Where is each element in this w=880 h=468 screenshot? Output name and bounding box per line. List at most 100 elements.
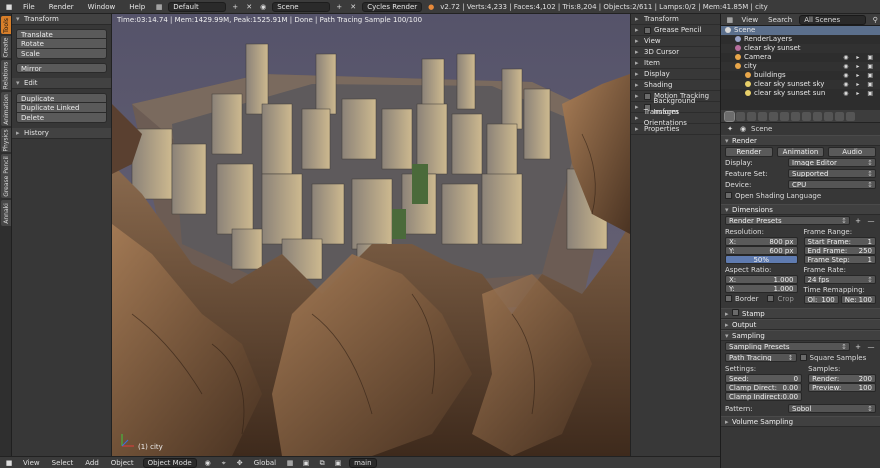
npanel-3d-cursor[interactable]: ▸ 3D Cursor <box>631 47 720 58</box>
audio-button[interactable]: Audio <box>828 146 877 157</box>
display-select[interactable]: Image Editor <box>788 158 876 167</box>
clamp-direct-field[interactable]: Clamp Direct: 0.00 <box>725 383 803 392</box>
layers-icon[interactable]: ▦ <box>285 458 295 468</box>
manipulator-icon[interactable]: ✥ <box>235 458 245 468</box>
render-tab-icon[interactable] <box>724 110 735 122</box>
menu-render[interactable]: Render <box>44 3 79 11</box>
sampling-presets-select[interactable]: Sampling Presets <box>725 342 850 351</box>
aspect-x-field[interactable]: X: 1.000 <box>725 275 798 284</box>
modifiers-tab-icon[interactable] <box>791 111 800 121</box>
menu-add[interactable]: Add <box>82 459 102 467</box>
tab-animation[interactable]: Animation <box>1 92 11 126</box>
add-scene-icon[interactable]: + <box>334 2 344 12</box>
outliner-row[interactable]: clear sky sunset sky ◉ ▸ ▣ <box>721 80 880 89</box>
time-old-field[interactable]: Ol: 100 <box>803 295 839 304</box>
panel-history-header[interactable]: ▸ History <box>12 128 111 139</box>
outliner-row[interactable]: Camera ◉ ▸ ▣ <box>721 53 880 62</box>
search-icon[interactable]: ⚲ <box>870 15 880 25</box>
rotate-button[interactable]: Rotate <box>16 39 107 49</box>
outliner-filter-select[interactable]: All Scenes <box>799 14 867 25</box>
animation-button[interactable]: Animation <box>776 146 825 157</box>
outliner-menu-search[interactable]: Search <box>765 16 795 24</box>
tab-create[interactable]: Create <box>1 36 11 58</box>
feature-set-select[interactable]: Supported <box>788 169 876 178</box>
menu-help[interactable]: Help <box>124 3 150 11</box>
preview-samples-field[interactable]: Preview: 100 <box>808 383 876 392</box>
outliner-row[interactable]: RenderLayers <box>721 35 880 44</box>
object-tab-icon[interactable] <box>769 111 778 121</box>
duplicate-button[interactable]: Duplicate <box>16 93 107 103</box>
translate-button[interactable]: Translate <box>16 29 107 39</box>
visibility-toggles-icon[interactable]: ◉ ▸ ▣ <box>843 80 876 89</box>
outliner-row[interactable]: clear sky sunset sun ◉ ▸ ▣ <box>721 89 880 98</box>
start-frame-field[interactable]: Start Frame: 1 <box>803 237 876 246</box>
scene-tab-icon[interactable] <box>747 111 756 121</box>
remove-layout-icon[interactable]: ✕ <box>244 2 254 12</box>
menu-select[interactable]: Select <box>49 459 77 467</box>
render-samples-field[interactable]: Render: 200 <box>808 374 876 383</box>
panel-edit-header[interactable]: ▾ Edit <box>12 78 111 89</box>
constraints-tab-icon[interactable] <box>780 111 789 121</box>
section-stamp-header[interactable]: ▸ Stamp <box>721 308 880 319</box>
visibility-toggles-icon[interactable]: ◉ ▸ ▣ <box>843 89 876 98</box>
integrator-select[interactable]: Path Tracing <box>725 353 797 362</box>
frame-step-field[interactable]: Frame Step: 1 <box>803 255 876 264</box>
menu-object[interactable]: Object <box>108 459 137 467</box>
pivot-icon[interactable]: ⌖ <box>219 458 229 468</box>
visibility-toggles-icon[interactable]: ◉ ▸ ▣ <box>843 71 876 80</box>
render-preview-icon[interactable]: ▣ <box>333 458 343 468</box>
resolution-percentage-slider[interactable]: 50% <box>725 255 798 264</box>
menu-file[interactable]: File <box>18 3 40 11</box>
npanel-shading[interactable]: ▸ Shading <box>631 80 720 91</box>
section-sampling-header[interactable]: ▾ Sampling <box>721 330 880 341</box>
material-tab-icon[interactable] <box>813 111 822 121</box>
npanel-transform[interactable]: ▸ Transform <box>631 14 720 25</box>
3d-viewport[interactable]: Time:03:14.74 | Mem:1429.99M, Peak:1525.… <box>112 14 630 456</box>
clamp-indirect-field[interactable]: Clamp Indirect: 0.00 <box>725 392 803 401</box>
npanel-display[interactable]: ▸ Display <box>631 69 720 80</box>
editor-type-icon[interactable]: ▦ <box>725 15 735 25</box>
time-new-field[interactable]: Ne: 100 <box>840 295 876 304</box>
device-select[interactable]: CPU <box>788 180 876 189</box>
add-layout-icon[interactable]: + <box>230 2 240 12</box>
scene-field[interactable]: Scene <box>272 1 331 12</box>
aspect-y-field[interactable]: Y: 1.000 <box>725 284 798 293</box>
remove-scene-icon[interactable]: ✕ <box>348 2 358 12</box>
tab-annaki[interactable]: Annaki <box>1 200 11 226</box>
menu-view[interactable]: View <box>20 459 43 467</box>
visibility-toggles-icon[interactable]: ◉ ▸ ▣ <box>843 62 876 71</box>
outliner-row[interactable]: city ◉ ▸ ▣ <box>721 62 880 71</box>
snap-icon[interactable]: ⧉ <box>317 458 327 468</box>
editor-type-icon[interactable]: ■ <box>4 458 14 468</box>
npanel-item[interactable]: ▸ Item <box>631 58 720 69</box>
tab-relations[interactable]: Relations <box>1 60 11 90</box>
render-layer-select[interactable]: main <box>349 457 377 468</box>
world-tab-icon[interactable] <box>758 111 767 121</box>
section-render-header[interactable]: ▾ Render <box>721 135 880 146</box>
shading-mode-icon[interactable]: ◉ <box>203 458 213 468</box>
grease-pencil-checkbox[interactable] <box>644 26 651 34</box>
data-tab-icon[interactable] <box>802 111 811 121</box>
outliner-row[interactable]: clear sky sunset <box>721 44 880 53</box>
tab-tools[interactable]: Tools <box>1 16 11 34</box>
outliner-row[interactable]: buildings ◉ ▸ ▣ <box>721 71 880 80</box>
delete-button[interactable]: Delete <box>16 113 107 123</box>
add-preset-icon[interactable]: + <box>853 216 863 226</box>
section-dimensions-header[interactable]: ▾ Dimensions <box>721 204 880 215</box>
duplicate-linked-button[interactable]: Duplicate Linked <box>16 103 107 113</box>
outliner-row[interactable]: Scene <box>721 26 880 35</box>
scale-button[interactable]: Scale <box>16 49 107 59</box>
frame-rate-select[interactable]: 24 fps <box>803 275 876 284</box>
section-volume-sampling-header[interactable]: ▸ Volume Sampling <box>721 416 880 427</box>
pin-icon[interactable]: ✦ <box>725 124 735 134</box>
resolution-x-field[interactable]: X: 800 px <box>725 237 798 246</box>
add-preset-icon[interactable]: + <box>853 342 863 352</box>
seed-field[interactable]: Seed: 0 <box>725 374 803 383</box>
physics-tab-icon[interactable] <box>846 111 855 121</box>
remove-preset-icon[interactable]: — <box>866 342 876 352</box>
npanel-grease-pencil[interactable]: ▸ Grease Pencil <box>631 25 720 36</box>
square-samples-checkbox[interactable] <box>799 354 807 361</box>
npanel-view[interactable]: ▸ View <box>631 36 720 47</box>
mode-select[interactable]: Object Mode <box>142 457 197 468</box>
resolution-y-field[interactable]: Y: 600 px <box>725 246 798 255</box>
